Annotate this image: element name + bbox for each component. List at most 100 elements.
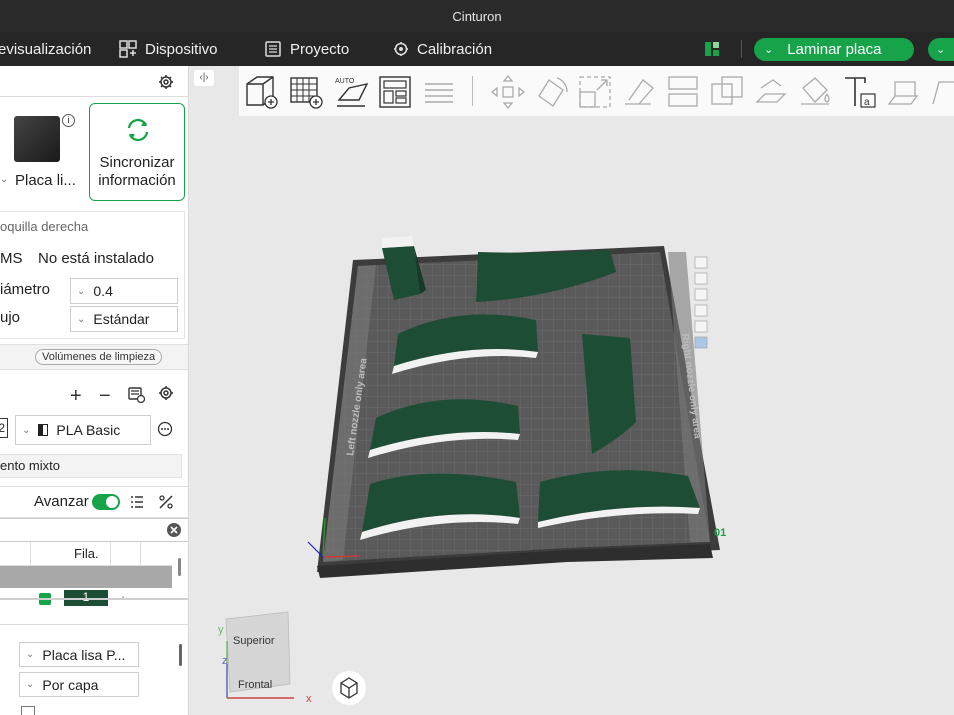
print-bed-scene[interactable]: Left nozzle only area Right nozzle only … — [190, 66, 954, 715]
panel-splitter[interactable] — [0, 598, 188, 600]
filament-select[interactable]: ⌄ PLA Basic — [15, 415, 151, 445]
advance-toggle[interactable] — [92, 494, 120, 510]
checkbox[interactable] — [21, 706, 35, 715]
diameter-label: iámetro — [0, 281, 51, 298]
object-row-value: 1 — [82, 590, 90, 604]
plate-settings-icon[interactable] — [694, 320, 708, 333]
filament-more-button[interactable] — [157, 421, 173, 437]
nozzle-diameter-value: 0.4 — [93, 283, 113, 299]
axis-y-label: y — [218, 624, 224, 636]
axis-x-label: x — [306, 693, 312, 705]
settings-scrollbar[interactable] — [179, 644, 182, 666]
plate-card[interactable]: i ⌄ Placa li... — [0, 102, 84, 200]
plate-type-select[interactable]: ⌄ Placa lisa P... — [19, 642, 139, 667]
chevron-down-icon: ⌄ — [22, 424, 31, 436]
slice-button-label: Laminar placa — [787, 41, 882, 58]
slice-dropdown-chevron-icon[interactable]: ⌄ — [764, 43, 773, 56]
plus-icon: + — [70, 385, 82, 407]
orient-plate-icon[interactable] — [694, 288, 708, 301]
sync-label-line2: información — [98, 172, 176, 189]
3d-viewport[interactable]: ‹|› AUTO a Left nozzle only area Right n… — [190, 66, 954, 715]
nozzle-header: oquilla derecha — [0, 219, 89, 234]
add-filament-button[interactable]: + — [70, 385, 82, 408]
filament-brand-icon — [38, 424, 49, 436]
chevron-down-icon: ⌄ — [77, 313, 86, 325]
project-icon — [265, 41, 281, 57]
column-divider — [110, 542, 111, 566]
tab-preview[interactable]: evisualización — [0, 32, 91, 66]
filament-slot-badge[interactable]: 2 — [0, 418, 8, 438]
nozzle-flow-select[interactable]: ⌄ Estándar — [70, 306, 178, 332]
close-plate-icon[interactable] — [694, 256, 708, 269]
reset-view-button[interactable] — [332, 671, 366, 705]
lock-plate-icon[interactable] — [694, 304, 708, 317]
plate-name: Placa li... — [15, 172, 76, 189]
view-cube-front-label: Frontal — [238, 679, 272, 691]
ams-label: MS — [0, 250, 23, 267]
tab-calibration[interactable]: Calibración — [393, 32, 492, 66]
filament-name: PLA Basic — [56, 422, 121, 438]
plate-colors-icon[interactable] — [694, 336, 708, 349]
clear-search-button[interactable] — [166, 522, 182, 538]
plate-side-toolbar — [694, 256, 708, 349]
tab-preview-label: evisualización — [0, 40, 92, 58]
close-icon — [167, 523, 181, 537]
calibration-icon — [394, 42, 408, 56]
minus-icon: − — [99, 385, 111, 407]
view-cube-top-label: Superior — [233, 635, 275, 647]
gear-icon — [159, 75, 173, 89]
gear-icon — [159, 386, 173, 400]
process-list-button[interactable] — [129, 494, 145, 510]
process-compare-button[interactable] — [158, 494, 174, 510]
column-divider — [140, 542, 141, 566]
arrange-plate-icon[interactable] — [694, 272, 708, 285]
chevron-down-icon: ⌄ — [26, 649, 35, 660]
object-search-input[interactable] — [0, 518, 188, 542]
filament-slot-number: 2 — [0, 421, 5, 435]
nozzle-diameter-select[interactable]: ⌄ 0.4 — [70, 278, 178, 304]
sync-info-button[interactable]: Sincronizar información — [89, 103, 185, 201]
left-sidebar: i ⌄ Placa li... Sincronizar información … — [0, 66, 189, 715]
plate-number: 01 — [714, 527, 726, 539]
plate-thumbnail — [14, 116, 60, 162]
objects-table-header: Fila. — [0, 542, 172, 566]
flow-label: ujo — [0, 309, 21, 326]
info-icon[interactable]: i — [62, 114, 75, 127]
selected-object-row[interactable] — [0, 566, 172, 588]
tab-calibration-label: Calibración — [417, 40, 493, 58]
print-sequence-select[interactable]: ⌄ Por capa — [19, 672, 139, 697]
tab-project[interactable]: Proyecto — [264, 32, 349, 66]
printer-settings-button[interactable] — [158, 74, 174, 90]
view-cube[interactable]: Superior Frontal — [225, 611, 291, 693]
remove-filament-button[interactable]: − — [99, 385, 111, 408]
ams-sync-icon — [128, 387, 145, 403]
print-dropdown-chevron-icon: ⌄ — [936, 44, 946, 56]
nozzle-flow-value: Estándar — [93, 311, 150, 327]
column-row-header[interactable]: Fila. — [74, 546, 99, 561]
ams-value: No está instalado — [38, 250, 154, 267]
device-icon — [119, 40, 137, 58]
title-bar: Cinturon — [0, 0, 954, 32]
print-sequence-value: Por capa — [42, 676, 99, 693]
plate-chevron-icon: ⌄ — [0, 174, 9, 185]
objects-scrollbar[interactable] — [178, 558, 181, 576]
print-plate-button[interactable]: ⌄ — [928, 38, 954, 61]
mixed-label: ento mixto — [0, 458, 60, 473]
axis-z-label: z — [222, 655, 228, 667]
divider — [0, 624, 188, 625]
filament-sync-button[interactable] — [127, 385, 145, 403]
percent-icon — [159, 495, 173, 509]
plate-type-value: Placa lisa P... — [42, 646, 126, 663]
slice-plate-button[interactable]: ⌄ Laminar placa — [754, 38, 914, 61]
sync-icon — [127, 118, 149, 142]
multi-device-icon — [705, 42, 719, 56]
menu-bar: evisualización Dispositivo Proyecto Cali… — [0, 32, 954, 66]
divider — [0, 96, 188, 97]
chevron-down-icon: ⌄ — [77, 285, 86, 297]
flush-volumes-button[interactable]: Volúmenes de limpieza — [35, 349, 163, 365]
multi-device-button[interactable] — [704, 32, 720, 66]
filament-settings-button[interactable] — [158, 385, 174, 401]
tab-device[interactable]: Dispositivo — [119, 32, 218, 66]
tab-device-label: Dispositivo — [145, 40, 218, 58]
chevron-down-icon: ⌄ — [26, 679, 35, 690]
